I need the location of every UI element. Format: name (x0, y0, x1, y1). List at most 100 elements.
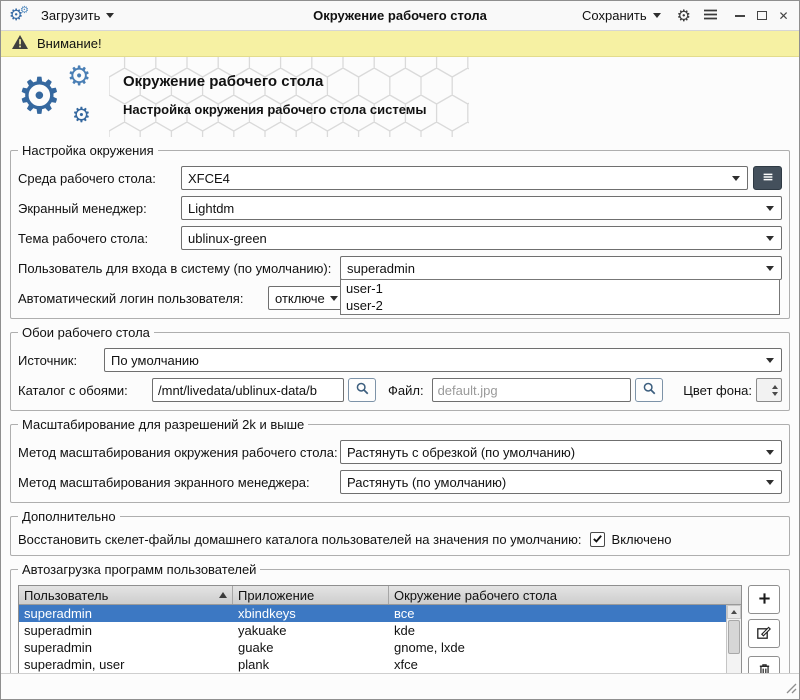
delete-entry-button[interactable] (748, 656, 780, 673)
section-environment-legend: Настройка окружения (18, 143, 158, 158)
desktop-theme-combobox[interactable]: ublinux-green (181, 226, 782, 250)
minimize-button[interactable] (732, 8, 747, 23)
restore-skel-checkbox[interactable] (590, 532, 605, 547)
menu-icon[interactable] (703, 8, 718, 24)
table-toolbar (748, 585, 782, 673)
desktop-scaling-label: Метод масштабирования окружения рабочего… (18, 445, 340, 460)
color-swatch (757, 379, 769, 401)
save-button-label: Сохранить (582, 8, 647, 23)
table-row[interactable]: superadmin, user plank xfce (19, 656, 726, 673)
column-header-application-label: Приложение (238, 588, 314, 603)
cell-application: plank (233, 656, 389, 673)
bg-color-picker[interactable] (756, 378, 782, 402)
display-manager-combobox[interactable]: Lightdm (181, 196, 782, 220)
restore-skel-label: Восстановить скелет-файлы домашнего ката… (18, 532, 582, 547)
cell-environment: gnome, lxde (389, 639, 726, 656)
main-content: Настройка окружения Среда рабочего стола… (1, 141, 799, 673)
load-button-label: Загрузить (41, 8, 100, 23)
chevron-down-icon (766, 358, 774, 363)
resize-grip[interactable] (784, 681, 797, 697)
chevron-down-icon (766, 206, 774, 211)
cell-user: superadmin (19, 622, 233, 639)
desktop-env-combobox[interactable]: XFCE4 (181, 166, 748, 190)
checkmark-icon (592, 532, 603, 547)
warning-triangle-icon (11, 34, 29, 53)
close-button[interactable]: ✕ (776, 8, 791, 23)
cell-application: xbindkeys (233, 605, 389, 622)
maximize-button[interactable] (754, 8, 769, 23)
column-header-user-label: Пользователь (24, 588, 108, 603)
chevron-down-icon (766, 480, 774, 485)
section-wallpaper: Обои рабочего стола Источник: По умолчан… (10, 325, 790, 411)
default-user-label: Пользователь для входа в систему (по умо… (18, 261, 340, 276)
table-row[interactable]: superadmin yakuake kde (19, 622, 726, 639)
cell-application: guake (233, 639, 389, 656)
section-autostart: Автозагрузка программ пользователей Поль… (10, 562, 790, 673)
default-user-dropdown: user-1 user-2 (340, 279, 780, 315)
table-row[interactable]: superadmin xbindkeys все (19, 605, 726, 622)
browse-file-button[interactable] (635, 378, 663, 402)
save-button[interactable]: Сохранить (578, 6, 665, 25)
default-user-combobox[interactable]: superadmin (340, 256, 782, 280)
desktop-scaling-combobox[interactable]: Растянуть с обрезкой (по умолчанию) (340, 440, 782, 464)
dm-scaling-combobox[interactable]: Растянуть (по умолчанию) (340, 470, 782, 494)
edit-pencil-icon (756, 624, 772, 643)
add-entry-button[interactable] (748, 585, 780, 614)
display-manager-value: Lightdm (188, 201, 234, 216)
table-body: superadmin xbindkeys все superadmin yaku… (19, 605, 726, 673)
app-window: ⚙⚙ Загрузить Окружение рабочего стола Со… (0, 0, 800, 700)
column-header-application[interactable]: Приложение (233, 586, 389, 604)
dropdown-option-user-2[interactable]: user-2 (341, 297, 779, 314)
autologin-combobox[interactable]: отключен (268, 286, 346, 310)
column-header-environment-label: Окружение рабочего стола (394, 588, 557, 603)
page-title: Окружение рабочего стола (123, 73, 427, 90)
section-environment: Настройка окружения Среда рабочего стола… (10, 143, 790, 319)
chevron-down-icon (766, 450, 774, 455)
default-user-value: superadmin (347, 261, 415, 276)
wallpaper-file-label: Файл: (388, 383, 424, 398)
cell-environment: kde (389, 622, 726, 639)
wallpaper-directory-input[interactable] (152, 378, 344, 402)
app-gears-icon: ⚙⚙ (9, 6, 31, 26)
scroll-up-button[interactable] (727, 605, 741, 619)
section-scaling-legend: Масштабирование для разрешений 2k и выше (18, 417, 308, 432)
vertical-scrollbar[interactable] (726, 605, 741, 673)
desktop-theme-value: ublinux-green (188, 231, 267, 246)
desktop-environment-gears-icon: ⚙⚙⚙ (17, 61, 117, 137)
bg-color-label: Цвет фона: (683, 383, 752, 398)
desktop-env-value: XFCE4 (188, 171, 230, 186)
trash-icon (757, 662, 772, 674)
desktop-env-list-button[interactable] (753, 166, 782, 190)
wallpaper-source-value: По умолчанию (111, 353, 199, 368)
table-row[interactable]: superadmin guake gnome, lxde (19, 639, 726, 656)
autologin-value: отключен (275, 291, 325, 306)
wallpaper-source-label: Источник: (18, 353, 104, 368)
edit-entry-button[interactable] (748, 619, 780, 648)
wallpaper-directory-label: Каталог с обоями: (18, 383, 152, 398)
search-icon (355, 381, 370, 399)
desktop-scaling-value: Растянуть с обрезкой (по умолчанию) (347, 445, 575, 460)
sort-ascending-icon (219, 592, 227, 598)
load-button[interactable]: Загрузить (37, 6, 118, 25)
column-header-user[interactable]: Пользователь (19, 586, 233, 604)
restore-skel-checkbox-label: Включено (612, 532, 672, 547)
dropdown-option-user-1[interactable]: user-1 (341, 280, 779, 297)
status-bar (1, 673, 799, 699)
chevron-down-icon (766, 266, 774, 271)
browse-directory-button[interactable] (348, 378, 376, 402)
section-wallpaper-legend: Обои рабочего стола (18, 325, 154, 340)
display-manager-label: Экранный менеджер: (18, 201, 181, 216)
chevron-down-icon (732, 176, 740, 181)
desktop-env-label: Среда рабочего стола: (18, 171, 181, 186)
cell-environment: xfce (389, 656, 726, 673)
vertical-scroll-thumb[interactable] (728, 620, 740, 654)
warning-text: Внимание! (37, 36, 102, 51)
wallpaper-source-combobox[interactable]: По умолчанию (104, 348, 782, 372)
column-header-environment[interactable]: Окружение рабочего стола (389, 586, 741, 604)
page-header: ⚙⚙⚙ Окружение рабочего стола Настройка о… (1, 57, 799, 141)
cell-user: superadmin (19, 639, 233, 656)
wallpaper-file-input[interactable] (432, 378, 632, 402)
table-header: Пользователь Приложение Окружение рабоче… (19, 586, 741, 605)
cell-user: superadmin, user (19, 656, 233, 673)
settings-gear-icon[interactable]: ⚙ (677, 8, 691, 24)
